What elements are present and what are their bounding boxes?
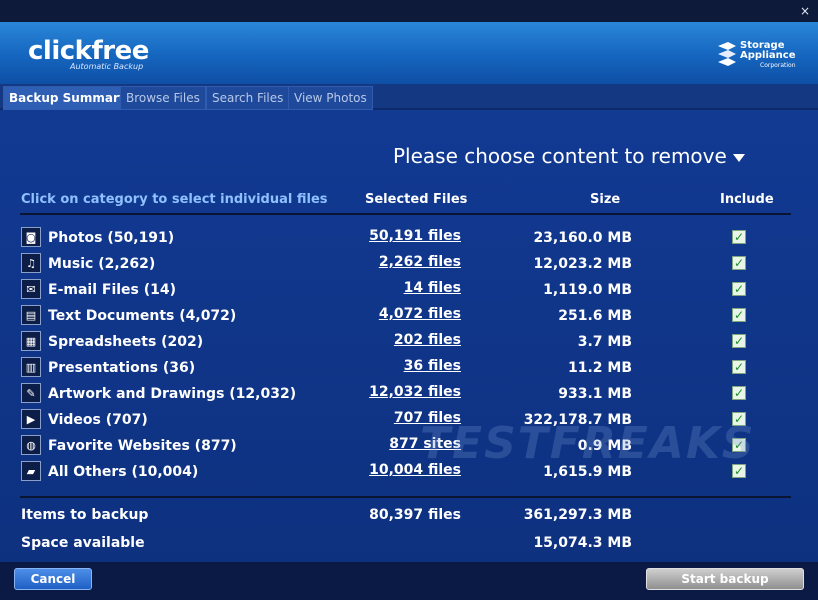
header-divider bbox=[20, 213, 791, 215]
video-icon: ▶ bbox=[21, 409, 41, 429]
category-size: 11.2 MB bbox=[567, 360, 632, 376]
spreadsheet-icon: ▦ bbox=[21, 331, 41, 351]
category-name[interactable]: Photos (50,191) bbox=[48, 230, 174, 246]
title-bar: × bbox=[0, 0, 818, 22]
table-row: ▤ Text Documents (4,072) 4,072 files 251.6 … bbox=[0, 304, 818, 330]
presentation-icon: ▥ bbox=[21, 357, 41, 377]
items-to-backup-size: 361,297.3 MB bbox=[523, 507, 632, 523]
table-row: ♫ Music (2,262) 2,262 files 12,023.2 MB bbox=[0, 252, 818, 278]
partner-logo: Storage Appliance Corporation bbox=[716, 40, 798, 70]
items-to-backup-files: 80,397 files bbox=[369, 507, 461, 523]
globe-icon: ◍ bbox=[21, 435, 41, 455]
category-name[interactable]: Artwork and Drawings (12,032) bbox=[48, 386, 296, 402]
watermark: TESTFREAKS bbox=[420, 418, 756, 469]
remove-content-prompt[interactable]: Please choose content to remove bbox=[393, 144, 745, 168]
document-icon: ▤ bbox=[21, 305, 41, 325]
category-name[interactable]: Favorite Websites (877) bbox=[48, 438, 237, 454]
include-checkbox[interactable] bbox=[732, 256, 746, 270]
selected-files-link[interactable]: 50,191 files bbox=[369, 228, 461, 244]
tab-browse-files[interactable]: Browse Files bbox=[120, 86, 206, 110]
tab-view-photos[interactable]: View Photos bbox=[288, 86, 373, 110]
selected-files-link[interactable]: 202 files bbox=[394, 332, 461, 348]
space-available-size: 15,074.3 MB bbox=[533, 535, 632, 551]
tab-search-files[interactable]: Search Files bbox=[206, 86, 290, 110]
category-name[interactable]: Music (2,262) bbox=[48, 256, 155, 272]
tab-bar: Backup Summary Browse Files Search Files… bbox=[0, 84, 818, 110]
palette-icon: ✎ bbox=[21, 383, 41, 403]
table-row: ✉ E-mail Files (14) 14 files 1,119.0 MB bbox=[0, 278, 818, 304]
category-name[interactable]: Spreadsheets (202) bbox=[48, 334, 203, 350]
logo-tagline: Automatic Backup bbox=[70, 62, 144, 71]
footer-divider bbox=[20, 496, 791, 498]
category-size: 1,119.0 MB bbox=[543, 282, 632, 298]
include-checkbox[interactable] bbox=[732, 282, 746, 296]
space-available-label: Space available bbox=[21, 535, 145, 551]
table-row: ✎ Artwork and Drawings (12,032) 12,032 fil… bbox=[0, 382, 818, 408]
selected-files-link[interactable]: 36 files bbox=[404, 358, 461, 374]
category-size: 23,160.0 MB bbox=[533, 230, 632, 246]
category-name[interactable]: Text Documents (4,072) bbox=[48, 308, 236, 324]
selected-files-header: Selected Files bbox=[365, 192, 468, 207]
category-name[interactable]: Presentations (36) bbox=[48, 360, 195, 376]
category-size: 933.1 MB bbox=[558, 386, 632, 402]
folder-icon: ▰ bbox=[21, 461, 41, 481]
table-row: ▥ Presentations (36) 36 files 11.2 MB bbox=[0, 356, 818, 382]
selected-files-link[interactable]: 2,262 files bbox=[379, 254, 461, 270]
music-icon: ♫ bbox=[21, 253, 41, 273]
category-name[interactable]: Videos (707) bbox=[48, 412, 148, 428]
category-name[interactable]: E-mail Files (14) bbox=[48, 282, 176, 298]
partner-line-2: Appliance bbox=[740, 50, 796, 61]
items-to-backup-label: Items to backup bbox=[21, 507, 149, 523]
selected-files-link[interactable]: 4,072 files bbox=[379, 306, 461, 322]
partner-logo-icon bbox=[718, 42, 736, 66]
selected-files-link[interactable]: 14 files bbox=[404, 280, 461, 296]
cancel-button[interactable]: Cancel bbox=[14, 568, 92, 590]
include-checkbox[interactable] bbox=[732, 360, 746, 374]
table-row: ◙ Photos (50,191) 50,191 files 23,160.0 MB bbox=[0, 226, 818, 252]
partner-line-3: Corporation bbox=[760, 62, 796, 69]
include-checkbox[interactable] bbox=[732, 386, 746, 400]
category-hint: Click on category to select individual f… bbox=[21, 192, 328, 207]
category-size: 12,023.2 MB bbox=[533, 256, 632, 272]
selected-files-link[interactable]: 12,032 files bbox=[369, 384, 461, 400]
envelope-icon: ✉ bbox=[21, 279, 41, 299]
size-header: Size bbox=[590, 192, 621, 207]
camera-icon: ◙ bbox=[21, 227, 41, 247]
backup-summary-panel: Please choose content to remove Click on… bbox=[0, 110, 818, 562]
include-header: Include bbox=[720, 192, 774, 207]
include-checkbox[interactable] bbox=[732, 308, 746, 322]
close-icon[interactable]: × bbox=[800, 4, 810, 18]
tab-backup-summary[interactable]: Backup Summary bbox=[3, 86, 133, 110]
arrow-down-icon bbox=[732, 153, 745, 162]
include-checkbox[interactable] bbox=[732, 230, 746, 244]
include-checkbox[interactable] bbox=[732, 334, 746, 348]
category-size: 251.6 MB bbox=[558, 308, 632, 324]
category-size: 3.7 MB bbox=[577, 334, 632, 350]
action-bar: Cancel Start backup bbox=[0, 562, 818, 600]
start-backup-button[interactable]: Start backup bbox=[646, 568, 804, 590]
table-row: ▦ Spreadsheets (202) 202 files 3.7 MB bbox=[0, 330, 818, 356]
app-header: clickfree Automatic Backup Storage Appli… bbox=[0, 22, 818, 84]
category-name[interactable]: All Others (10,004) bbox=[48, 464, 198, 480]
